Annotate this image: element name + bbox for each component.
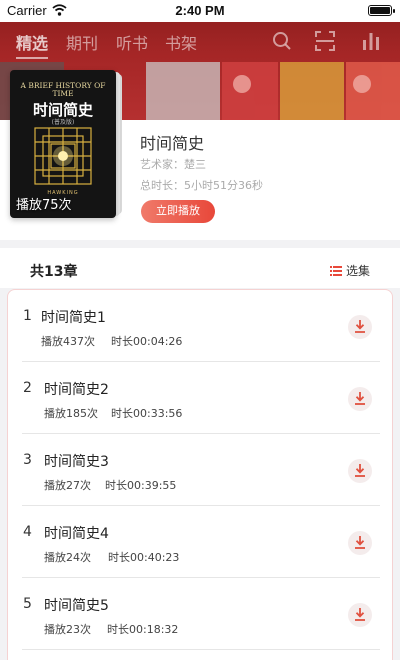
chapter-title: 时间简史5 [44,598,109,614]
album-cover: A BRIEF HISTORY OF TIME 时间简史 (普及版) HAWKI… [10,70,116,218]
chapter-play-count: 播放437次 [41,335,95,348]
chapter-title: 时间简史2 [44,382,109,398]
banner-thumb [280,62,344,120]
chapter-play-count: 播放27次 [44,479,91,492]
banner-thumb [346,62,400,120]
chapter-number: 5 [23,596,32,612]
chapter-row[interactable]: 3 时间简史3 播放27次 时长00:39:55 [8,434,392,506]
select-episodes-label: 选集 [345,264,370,278]
chapter-row[interactable]: 4 时间简史4 播放24次 时长00:40:23 [8,506,392,578]
album-card: A BRIEF HISTORY OF TIME 时间简史 (普及版) HAWKI… [0,70,400,240]
chapter-title: 时间简史3 [44,454,109,470]
chapter-row[interactable]: 5 时间简史5 播放23次 时长00:18:32 [8,578,392,650]
top-nav: 精选 期刊 听书 书架 [0,22,400,62]
tab-bookshelf[interactable]: 书架 [165,30,197,54]
chapter-number: 3 [23,452,32,468]
chapter-duration: 时长00:39:55 [105,479,177,492]
download-icon[interactable] [348,603,372,627]
chapter-play-count: 播放24次 [44,551,91,564]
search-icon[interactable] [272,31,292,55]
chapter-duration: 时长00:40:23 [108,551,180,564]
download-icon[interactable] [348,531,372,555]
chapter-list-header: 共13章 选集 [0,248,400,288]
chapter-duration: 时长00:18:32 [107,623,179,636]
cover-stack[interactable]: A BRIEF HISTORY OF TIME 时间简史 (普及版) HAWKI… [10,70,122,220]
chapter-play-count: 播放23次 [44,623,91,636]
download-icon[interactable] [348,459,372,483]
album-total-duration: 总时长：5小时51分36秒 [140,179,263,192]
chapter-row[interactable]: 1 时间简史1 播放437次 时长00:04:26 [8,290,392,362]
download-icon[interactable] [348,315,372,339]
chapter-duration: 时长00:33:56 [111,407,183,420]
cover-title-en: A BRIEF HISTORY OF TIME [20,81,106,98]
chapter-row[interactable]: 2 时间简史2 播放185次 时长00:33:56 [8,362,392,434]
tab-audiobooks[interactable]: 听书 [116,30,148,54]
cover-artwork [34,127,92,185]
chapter-number: 2 [23,380,32,396]
battery-icon [368,5,395,16]
row-divider [22,649,380,650]
chapter-title: 时间简史4 [44,526,109,542]
download-icon[interactable] [348,387,372,411]
chapter-duration: 时长00:04:26 [111,335,183,348]
album-title: 时间简史 [140,134,205,153]
select-episodes-button[interactable]: 选集 [329,262,370,279]
play-now-button[interactable]: 立即播放 [141,200,215,223]
cover-play-count: 播放75次 [16,198,72,213]
clock: 2:40 PM [175,3,225,18]
chapter-title: 时间简史1 [41,310,106,326]
chapter-list: 1 时间简史1 播放437次 时长00:04:26 2 时间简史2 播放185次… [7,289,393,660]
banner-thumb [146,62,220,120]
chapter-count: 共13章 [30,264,78,280]
album-artist: 艺术家：楚三 [140,158,206,171]
status-bar: Carrier 2:40 PM [0,0,400,22]
banner-thumb [222,62,278,120]
list-icon [329,265,342,279]
tab-journals[interactable]: 期刊 [66,30,98,54]
tab-featured[interactable]: 精选 [16,30,49,59]
chart-icon[interactable] [362,31,380,55]
chapter-number: 4 [23,524,32,540]
chapter-number: 1 [23,308,32,324]
scan-icon[interactable] [315,31,335,55]
chapter-play-count: 播放185次 [44,407,98,420]
cover-subtitle: (普及版) [51,119,75,126]
